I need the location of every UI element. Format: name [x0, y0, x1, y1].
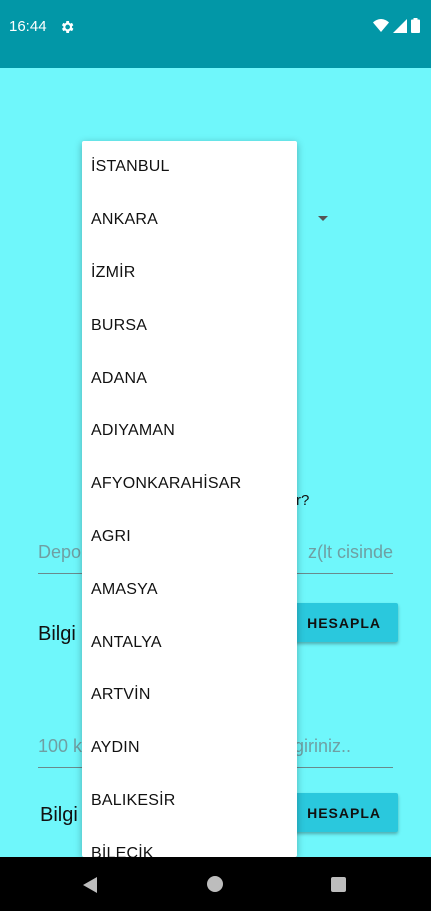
gear-icon [61, 21, 74, 33]
dropdown-item[interactable]: ADANA [82, 352, 297, 405]
calculate-button-1[interactable]: HESAPLA [282, 603, 398, 642]
navigation-bar [0, 857, 431, 911]
dropdown-item[interactable]: ANTALYA [82, 616, 297, 669]
system-icons [373, 18, 420, 33]
dropdown-item[interactable]: ANKARA [82, 194, 297, 247]
dropdown-item[interactable]: İZMİR [82, 247, 297, 300]
question-text: r? [296, 492, 310, 509]
input-placeholder-right: z(lt cisinde [307, 542, 393, 562]
calculate-button-2[interactable]: HESAPLA [282, 793, 398, 832]
input-placeholder-left: Depo [38, 542, 82, 562]
dropdown-item[interactable]: AMASYA [82, 563, 297, 616]
spinner-dropdown-arrow-icon[interactable] [318, 216, 328, 221]
dropdown-item[interactable]: ARTVİN [82, 669, 297, 722]
dropdown-item[interactable]: BİLECİK [82, 827, 297, 857]
wifi-icon [373, 18, 389, 32]
dropdown-item[interactable]: BALIKESİR [82, 775, 297, 828]
dropdown-item[interactable]: AFYONKARAHİSAR [82, 458, 297, 511]
back-icon[interactable] [83, 877, 97, 893]
dropdown-item[interactable]: İSTANBUL [82, 141, 297, 194]
main-content: r? Depo z(lt cisinde Bilgi HESAPLA 100 k… [0, 68, 431, 857]
home-icon[interactable] [207, 876, 223, 892]
dropdown-item[interactable]: BURSA [82, 299, 297, 352]
status-time: 16:44 [9, 18, 47, 35]
battery-icon [411, 18, 420, 33]
cell-signal-icon [393, 18, 407, 33]
recent-apps-icon[interactable] [331, 877, 346, 892]
info-text-1: Bilgi [38, 623, 76, 645]
input-placeholder-left: 100 k [38, 736, 83, 756]
status-bar: 16:44 [0, 0, 431, 68]
city-dropdown-list[interactable]: İSTANBUL ANKARA İZMİR BURSA ADANA ADIYAM… [82, 141, 297, 857]
dropdown-item[interactable]: ADIYAMAN [82, 405, 297, 458]
dropdown-item[interactable]: AGRI [82, 511, 297, 564]
info-text-2: Bilgi [40, 804, 78, 826]
dropdown-item[interactable]: AYDIN [82, 722, 297, 775]
